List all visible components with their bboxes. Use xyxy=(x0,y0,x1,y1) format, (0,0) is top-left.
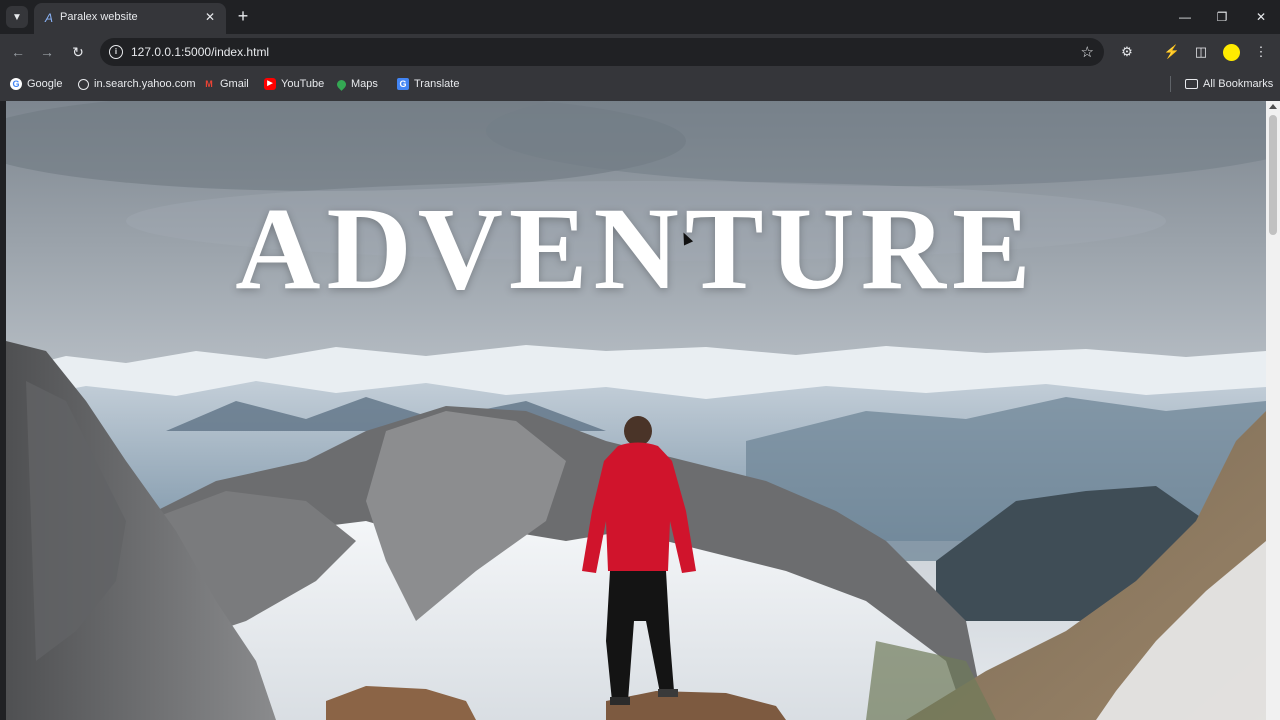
tab-search-button[interactable]: ▼ xyxy=(6,6,28,28)
tab-favicon-icon: A xyxy=(44,11,53,25)
bookmarks-divider xyxy=(1170,76,1171,92)
minimize-icon[interactable]: — xyxy=(1175,8,1195,26)
performance-icon[interactable]: ⚡ xyxy=(1163,43,1181,61)
bookmark-label: Gmail xyxy=(220,78,249,90)
maps-pin-icon xyxy=(335,77,348,91)
extensions-icon[interactable]: ⚙ xyxy=(1118,43,1136,61)
bookmark-label: Google xyxy=(27,78,63,90)
site-info-icon[interactable]: i xyxy=(109,45,123,59)
tab-close-icon[interactable]: ✕ xyxy=(202,9,218,25)
bookmark-label: Translate xyxy=(414,78,460,90)
hero-title: ADVENTURE xyxy=(235,183,1037,314)
url-text[interactable]: 127.0.0.1:5000/index.html xyxy=(131,45,269,59)
restore-icon[interactable]: ❐ xyxy=(1212,8,1232,26)
side-panel-icon[interactable]: ◫ xyxy=(1192,43,1210,61)
bookmark-maps[interactable]: Maps xyxy=(335,76,378,92)
menu-icon[interactable]: ⋮ xyxy=(1252,43,1270,61)
tab-title: Paralex website xyxy=(60,11,138,23)
bookmark-star-icon[interactable]: ☆ xyxy=(1081,43,1094,61)
bookmark-label: YouTube xyxy=(281,78,325,90)
scroll-up-arrow-icon[interactable] xyxy=(1269,104,1277,109)
back-icon[interactable]: ← xyxy=(9,43,27,61)
bookmarks-bar: G Google in.search.yahoo.com M Gmail ▶ Y… xyxy=(0,72,1280,96)
bookmark-gmail[interactable]: M Gmail xyxy=(203,76,249,92)
bookmark-translate[interactable]: G Translate xyxy=(397,76,459,92)
bookmark-yahoo[interactable]: in.search.yahoo.com xyxy=(78,76,196,92)
globe-icon xyxy=(78,78,89,90)
all-bookmarks-label: All Bookmarks xyxy=(1203,78,1274,90)
forward-icon[interactable]: → xyxy=(38,43,56,61)
address-bar[interactable]: i 127.0.0.1:5000/index.html ☆ xyxy=(100,38,1104,66)
youtube-icon: ▶ xyxy=(264,78,276,90)
page-scrollbar[interactable] xyxy=(1266,101,1280,720)
scrollbar-thumb[interactable] xyxy=(1269,115,1277,235)
new-tab-button[interactable]: + xyxy=(234,7,252,25)
bookmark-youtube[interactable]: ▶ YouTube xyxy=(264,76,324,92)
folder-icon xyxy=(1185,79,1198,89)
all-bookmarks[interactable]: All Bookmarks xyxy=(1185,76,1273,92)
window-close-icon[interactable]: ✕ xyxy=(1251,8,1271,26)
reload-icon[interactable]: ↻ xyxy=(69,43,87,61)
bookmark-label: in.search.yahoo.com xyxy=(94,78,196,90)
tab-strip: ▼ A Paralex website ✕ + — ❐ ✕ xyxy=(0,0,1280,34)
bookmark-label: Maps xyxy=(351,78,378,90)
page-viewport: ADVENTURE xyxy=(6,101,1266,720)
toolbar: ← → ↻ i 127.0.0.1:5000/index.html ☆ ⚙ ⚡ … xyxy=(0,34,1280,70)
google-icon: G xyxy=(10,78,22,90)
bookmark-google[interactable]: G Google xyxy=(10,76,62,92)
gmail-icon: M xyxy=(205,79,213,89)
translate-icon: G xyxy=(397,78,409,90)
active-tab[interactable]: A Paralex website ✕ xyxy=(34,3,226,34)
browser-chrome: ▼ A Paralex website ✕ + — ❐ ✕ ← → ↻ i 12… xyxy=(0,0,1280,101)
profile-avatar[interactable] xyxy=(1223,44,1240,61)
